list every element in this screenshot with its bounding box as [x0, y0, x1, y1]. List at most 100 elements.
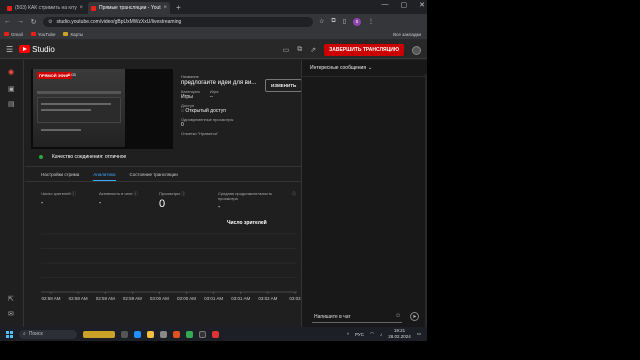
chevron-up-icon[interactable]: ^ [347, 332, 349, 337]
bookmark-gmail[interactable]: Gmail [4, 32, 23, 37]
emoji-icon[interactable]: ☺ [395, 313, 401, 319]
picture-in-picture-icon[interactable]: ▭ [283, 46, 290, 54]
url-text: studio.youtube.com/video/gBpUxMWzXxU/liv… [56, 18, 182, 25]
chart-x-tick-label: 03:01 AM [231, 296, 250, 301]
bookmark-label: YouTube [37, 31, 56, 37]
youtube-logo-icon[interactable] [19, 45, 31, 53]
windows-start-icon[interactable] [6, 330, 13, 338]
bookmark-maps[interactable]: Карты [63, 32, 83, 37]
info-icon[interactable]: ⓘ [292, 191, 296, 197]
channel-avatar[interactable] [412, 45, 421, 55]
youtube-icon [30, 32, 36, 36]
camera-icon[interactable]: ▣ [8, 85, 15, 93]
maps-icon [63, 32, 69, 36]
stat-value: 0 [159, 198, 166, 210]
extensions-icon[interactable]: ⧉ [331, 18, 335, 25]
sidepanel-icon[interactable]: ▯ [343, 18, 346, 25]
language-indicator[interactable]: РУС [355, 332, 364, 337]
menu-icon[interactable]: ⋮ [368, 18, 374, 25]
screen: (503) КАК стримить на ютуб × Прямые тран… [0, 0, 640, 360]
taskbar-search[interactable]: ⌕ Поиск [19, 329, 77, 339]
minimize-icon[interactable]: — [382, 1, 389, 9]
feedback-icon[interactable]: ✉ [8, 310, 14, 318]
stat-value: - [41, 200, 44, 207]
main-panel: ПРЯМОЙ ЭФИР 0:03 Название предлогайте ид… [25, 60, 303, 327]
game-value: -- [209, 94, 214, 100]
scrollbar[interactable] [425, 74, 427, 327]
volume-icon[interactable]: ♪ [380, 332, 382, 337]
connection-text: Качество соединения: отличное [52, 154, 127, 160]
content-icon[interactable]: ▤ [8, 100, 15, 108]
viewers-chart: Число зрителей 02:58 AM 02:58 AM 02:59 AM 0… [39, 220, 301, 302]
share-icon[interactable]: ⇗ [310, 46, 316, 54]
tab-title: Прямые трансляции - Youtube [99, 5, 161, 11]
stat-viewers: Число зрителей ⓘ - [41, 191, 76, 207]
bookmarks-bar: Gmail YouTube Карты Все закладки [0, 29, 427, 40]
preview-row [41, 129, 81, 131]
info-icon[interactable]: ⓘ [134, 191, 138, 196]
tab-strip: (503) КАК стримить на ютуб × Прямые тран… [0, 0, 427, 14]
close-window-icon[interactable]: ✕ [419, 1, 425, 9]
chrome-icon[interactable] [186, 330, 193, 338]
task-view-icon[interactable] [121, 330, 128, 338]
edge-icon[interactable] [134, 330, 141, 338]
chat-input[interactable]: Напишите в чат [312, 312, 402, 323]
profile-avatar[interactable]: s [353, 17, 361, 26]
address-bar[interactable]: ⚙ studio.youtube.com/video/gBpUxMWzXxU/l… [43, 16, 313, 27]
explorer-icon[interactable] [147, 330, 154, 338]
obs-icon[interactable] [199, 330, 206, 338]
chat-header[interactable]: Интересные сообщения ⌄ [302, 60, 427, 77]
chart-x-tick-label: 03:01 AM [204, 296, 223, 301]
new-tab-button[interactable]: + [172, 2, 185, 14]
browser-tab[interactable]: (503) КАК стримить на ютуб × [4, 2, 86, 14]
left-rail: ◉ ▣ ▤ ⇱ ✉ [0, 60, 24, 327]
chart-x-tick-label: 03:02 [289, 296, 301, 301]
browser-window: (503) КАК стримить на ютуб × Прямые тран… [0, 0, 427, 327]
export-icon[interactable]: ⇱ [8, 295, 14, 303]
star-icon[interactable]: ☆ [319, 18, 324, 25]
app-icon[interactable] [173, 330, 180, 338]
bookmark-label: Карты [70, 31, 84, 37]
browser-tab-active[interactable]: Прямые трансляции - Youtube × [88, 2, 170, 14]
maximize-icon[interactable]: ▢ [401, 1, 408, 9]
tab-stream-settings[interactable]: Настройки стрима [41, 172, 79, 177]
wifi-icon[interactable]: ◠ [370, 331, 374, 337]
stat-label: Число зрителей [41, 191, 71, 196]
live-icon[interactable]: ◉ [8, 68, 14, 76]
recorder-icon[interactable] [212, 330, 219, 338]
bookmark-youtube[interactable]: YouTube [30, 31, 56, 37]
info-icon[interactable]: ⓘ [72, 191, 76, 196]
chat-mode-label: Интересные сообщения [310, 65, 367, 71]
stat-views: Просмотры ⓘ 0 [159, 191, 185, 210]
back-icon[interactable]: ← [4, 18, 11, 25]
notifications-icon[interactable]: ▭ [417, 331, 421, 337]
clock[interactable]: 19:21 28.02.2024 [388, 328, 411, 340]
site-info-icon[interactable]: ⚙ [48, 19, 52, 25]
tab-analytics[interactable]: Аналитика [93, 172, 116, 181]
tab-stream-health[interactable]: Состояние трансляции [130, 172, 178, 177]
chevron-down-icon: ⌄ [368, 65, 373, 71]
globe-icon: ◌ [181, 108, 184, 114]
forward-icon[interactable]: → [17, 18, 24, 25]
browser-toolbar: ← → ↻ ⚙ studio.youtube.com/video/gBpUxMW… [0, 14, 427, 29]
concurrent-views-value: 0 [181, 122, 184, 128]
send-button[interactable]: ➤ [410, 312, 419, 321]
bookmark-label: Gmail [11, 31, 23, 37]
end-stream-button[interactable]: ЗАВЕРШИТЬ ТРАНСЛЯЦИЮ [324, 44, 404, 56]
hamburger-menu-icon[interactable]: ☰ [6, 45, 13, 54]
reload-icon[interactable]: ↻ [30, 18, 37, 26]
store-icon[interactable] [160, 330, 167, 338]
widgets-icon[interactable] [83, 330, 115, 338]
close-tab-icon[interactable]: × [163, 5, 167, 11]
info-icon[interactable]: ⓘ [181, 191, 185, 196]
gmail-icon [4, 32, 9, 36]
all-bookmarks-link[interactable]: Все закладки [393, 32, 421, 37]
stream-preview[interactable]: ПРЯМОЙ ЭФИР 0:03 [31, 69, 173, 149]
stats-row: Число зрителей ⓘ - Активность в чате ⓘ -… [41, 191, 301, 211]
search-placeholder: Поиск [28, 331, 43, 337]
popout-icon[interactable]: ⧉ [297, 46, 302, 54]
edit-button[interactable]: ИЗМЕНИТЬ [265, 79, 303, 92]
clock-time: 19:21 [393, 328, 406, 333]
live-badge: ПРЯМОЙ ЭФИР [37, 72, 72, 79]
close-tab-icon[interactable]: × [79, 5, 83, 11]
